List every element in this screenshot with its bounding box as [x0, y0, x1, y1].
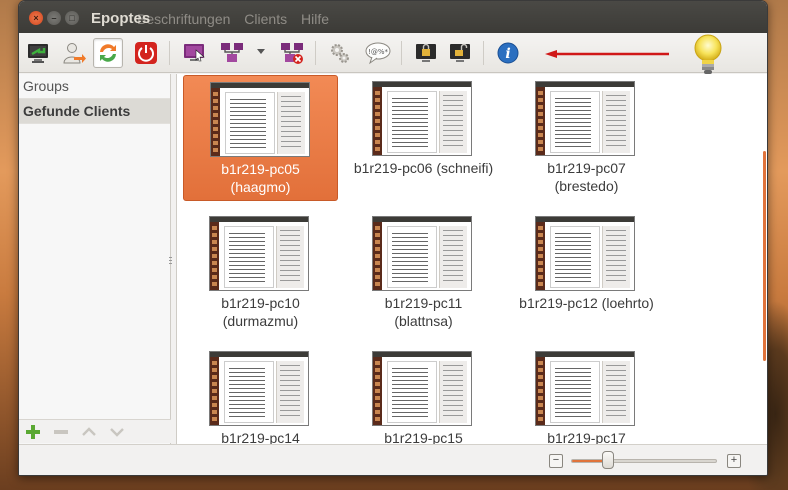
client-tile[interactable]: b1r219-pc11 (blattnsa)	[346, 210, 501, 336]
title-bar: × – □ Beschriftungen Clients Hilfe Epopt…	[19, 1, 767, 33]
menu-bar: Beschriftungen Clients Hilfe	[137, 11, 339, 27]
sidebar-item-gefunde-clients[interactable]: Gefunde Clients	[19, 99, 170, 124]
minimize-window-button[interactable]: –	[47, 11, 61, 25]
client-screenshot	[372, 216, 472, 291]
dropdown-caret-icon[interactable]	[257, 49, 265, 54]
client-tile[interactable]: b1r219-pc10 (durmazmu)	[183, 210, 338, 336]
groups-sidebar: Groups Gefunde Clients	[19, 74, 171, 475]
client-name: b1r219-pc14	[221, 430, 300, 444]
stop-broadcast-icon[interactable]	[277, 38, 307, 68]
client-tile[interactable]: b1r219-pc06 (schneifi)	[346, 75, 501, 201]
zoom-slider[interactable]	[571, 459, 717, 463]
zoom-slider-handle[interactable]	[601, 451, 614, 469]
client-name: b1r219-pc15	[384, 430, 463, 444]
status-bar: − +	[19, 444, 767, 475]
toolbar: !@%* i	[19, 33, 767, 73]
client-screenshot	[209, 351, 309, 426]
power-icon[interactable]	[131, 38, 161, 68]
client-tile[interactable]: b1r219-pc17	[509, 345, 664, 444]
menu-clients[interactable]: Clients	[244, 11, 287, 27]
sidebar-footer	[19, 419, 171, 443]
network-broadcast-icon[interactable]	[217, 38, 247, 68]
epoptes-window: × – □ Beschriftungen Clients Hilfe Epopt…	[18, 0, 768, 476]
client-screenshot	[535, 216, 635, 291]
pane-splitter[interactable]	[169, 257, 172, 265]
message-bubble-text: !@%*	[368, 48, 388, 56]
client-screenshot	[209, 216, 309, 291]
client-screenshot	[210, 82, 310, 157]
svg-text:i: i	[505, 46, 510, 62]
maximize-window-button[interactable]: □	[65, 11, 79, 25]
clients-view: b1r219-pc05 (haagmo) b1r219-pc06 (schneif…	[176, 74, 767, 444]
remove-group-icon[interactable]	[53, 424, 69, 440]
message-bubble-icon[interactable]: !@%*	[363, 38, 393, 68]
client-user: (blattnsa)	[394, 313, 453, 329]
info-icon[interactable]: i	[493, 38, 523, 68]
client-screenshot	[535, 351, 635, 426]
zoom-out-button[interactable]: −	[549, 454, 563, 468]
add-group-icon[interactable]	[25, 424, 41, 440]
client-name: b1r219-pc17	[547, 430, 626, 444]
client-user: (haagmo)	[230, 179, 291, 195]
client-tile[interactable]: b1r219-pc14	[183, 345, 338, 444]
vertical-scrollbar[interactable]	[763, 151, 766, 361]
menu-hilfe[interactable]: Hilfe	[301, 11, 329, 27]
app-title: Epoptes	[91, 10, 151, 27]
client-screenshot	[535, 81, 635, 156]
annotation-arrow-icon	[545, 50, 669, 58]
gears-icon[interactable]	[325, 38, 355, 68]
groups-header: Groups	[19, 74, 170, 99]
client-name: b1r219-pc06 (schneifi)	[353, 160, 494, 176]
client-name: b1r219-pc05	[221, 161, 300, 177]
client-tile[interactable]: b1r219-pc15	[346, 345, 501, 444]
menu-beschriftungen[interactable]: Beschriftungen	[137, 11, 230, 27]
refresh-icon[interactable]	[93, 38, 123, 68]
client-name: b1r219-pc10	[221, 295, 300, 311]
move-up-icon[interactable]	[81, 424, 97, 440]
move-down-icon[interactable]	[109, 424, 125, 440]
zoom-in-button[interactable]: +	[727, 454, 741, 468]
monitor-arrow-icon[interactable]	[23, 38, 53, 68]
broadcast-screen-icon[interactable]	[179, 38, 209, 68]
client-name: b1r219-pc07	[547, 160, 626, 176]
lock-screen-icon[interactable]	[411, 38, 441, 68]
client-name: b1r219-pc12 (loehrto)	[519, 295, 654, 311]
close-window-button[interactable]: ×	[29, 11, 43, 25]
client-user: (brestedo)	[554, 178, 619, 194]
client-tile[interactable]: b1r219-pc07 (brestedo)	[509, 75, 664, 201]
client-tile[interactable]: b1r219-pc12 (loehrto)	[509, 210, 664, 336]
user-arrow-icon[interactable]	[59, 38, 89, 68]
client-user: (durmazmu)	[222, 313, 299, 329]
client-screenshot	[372, 351, 472, 426]
client-tile[interactable]: b1r219-pc05 (haagmo)	[183, 75, 338, 201]
client-screenshot	[372, 81, 472, 156]
client-name: b1r219-pc11	[384, 295, 463, 311]
unlock-screen-icon[interactable]	[445, 38, 475, 68]
lightbulb-icon	[694, 34, 722, 74]
